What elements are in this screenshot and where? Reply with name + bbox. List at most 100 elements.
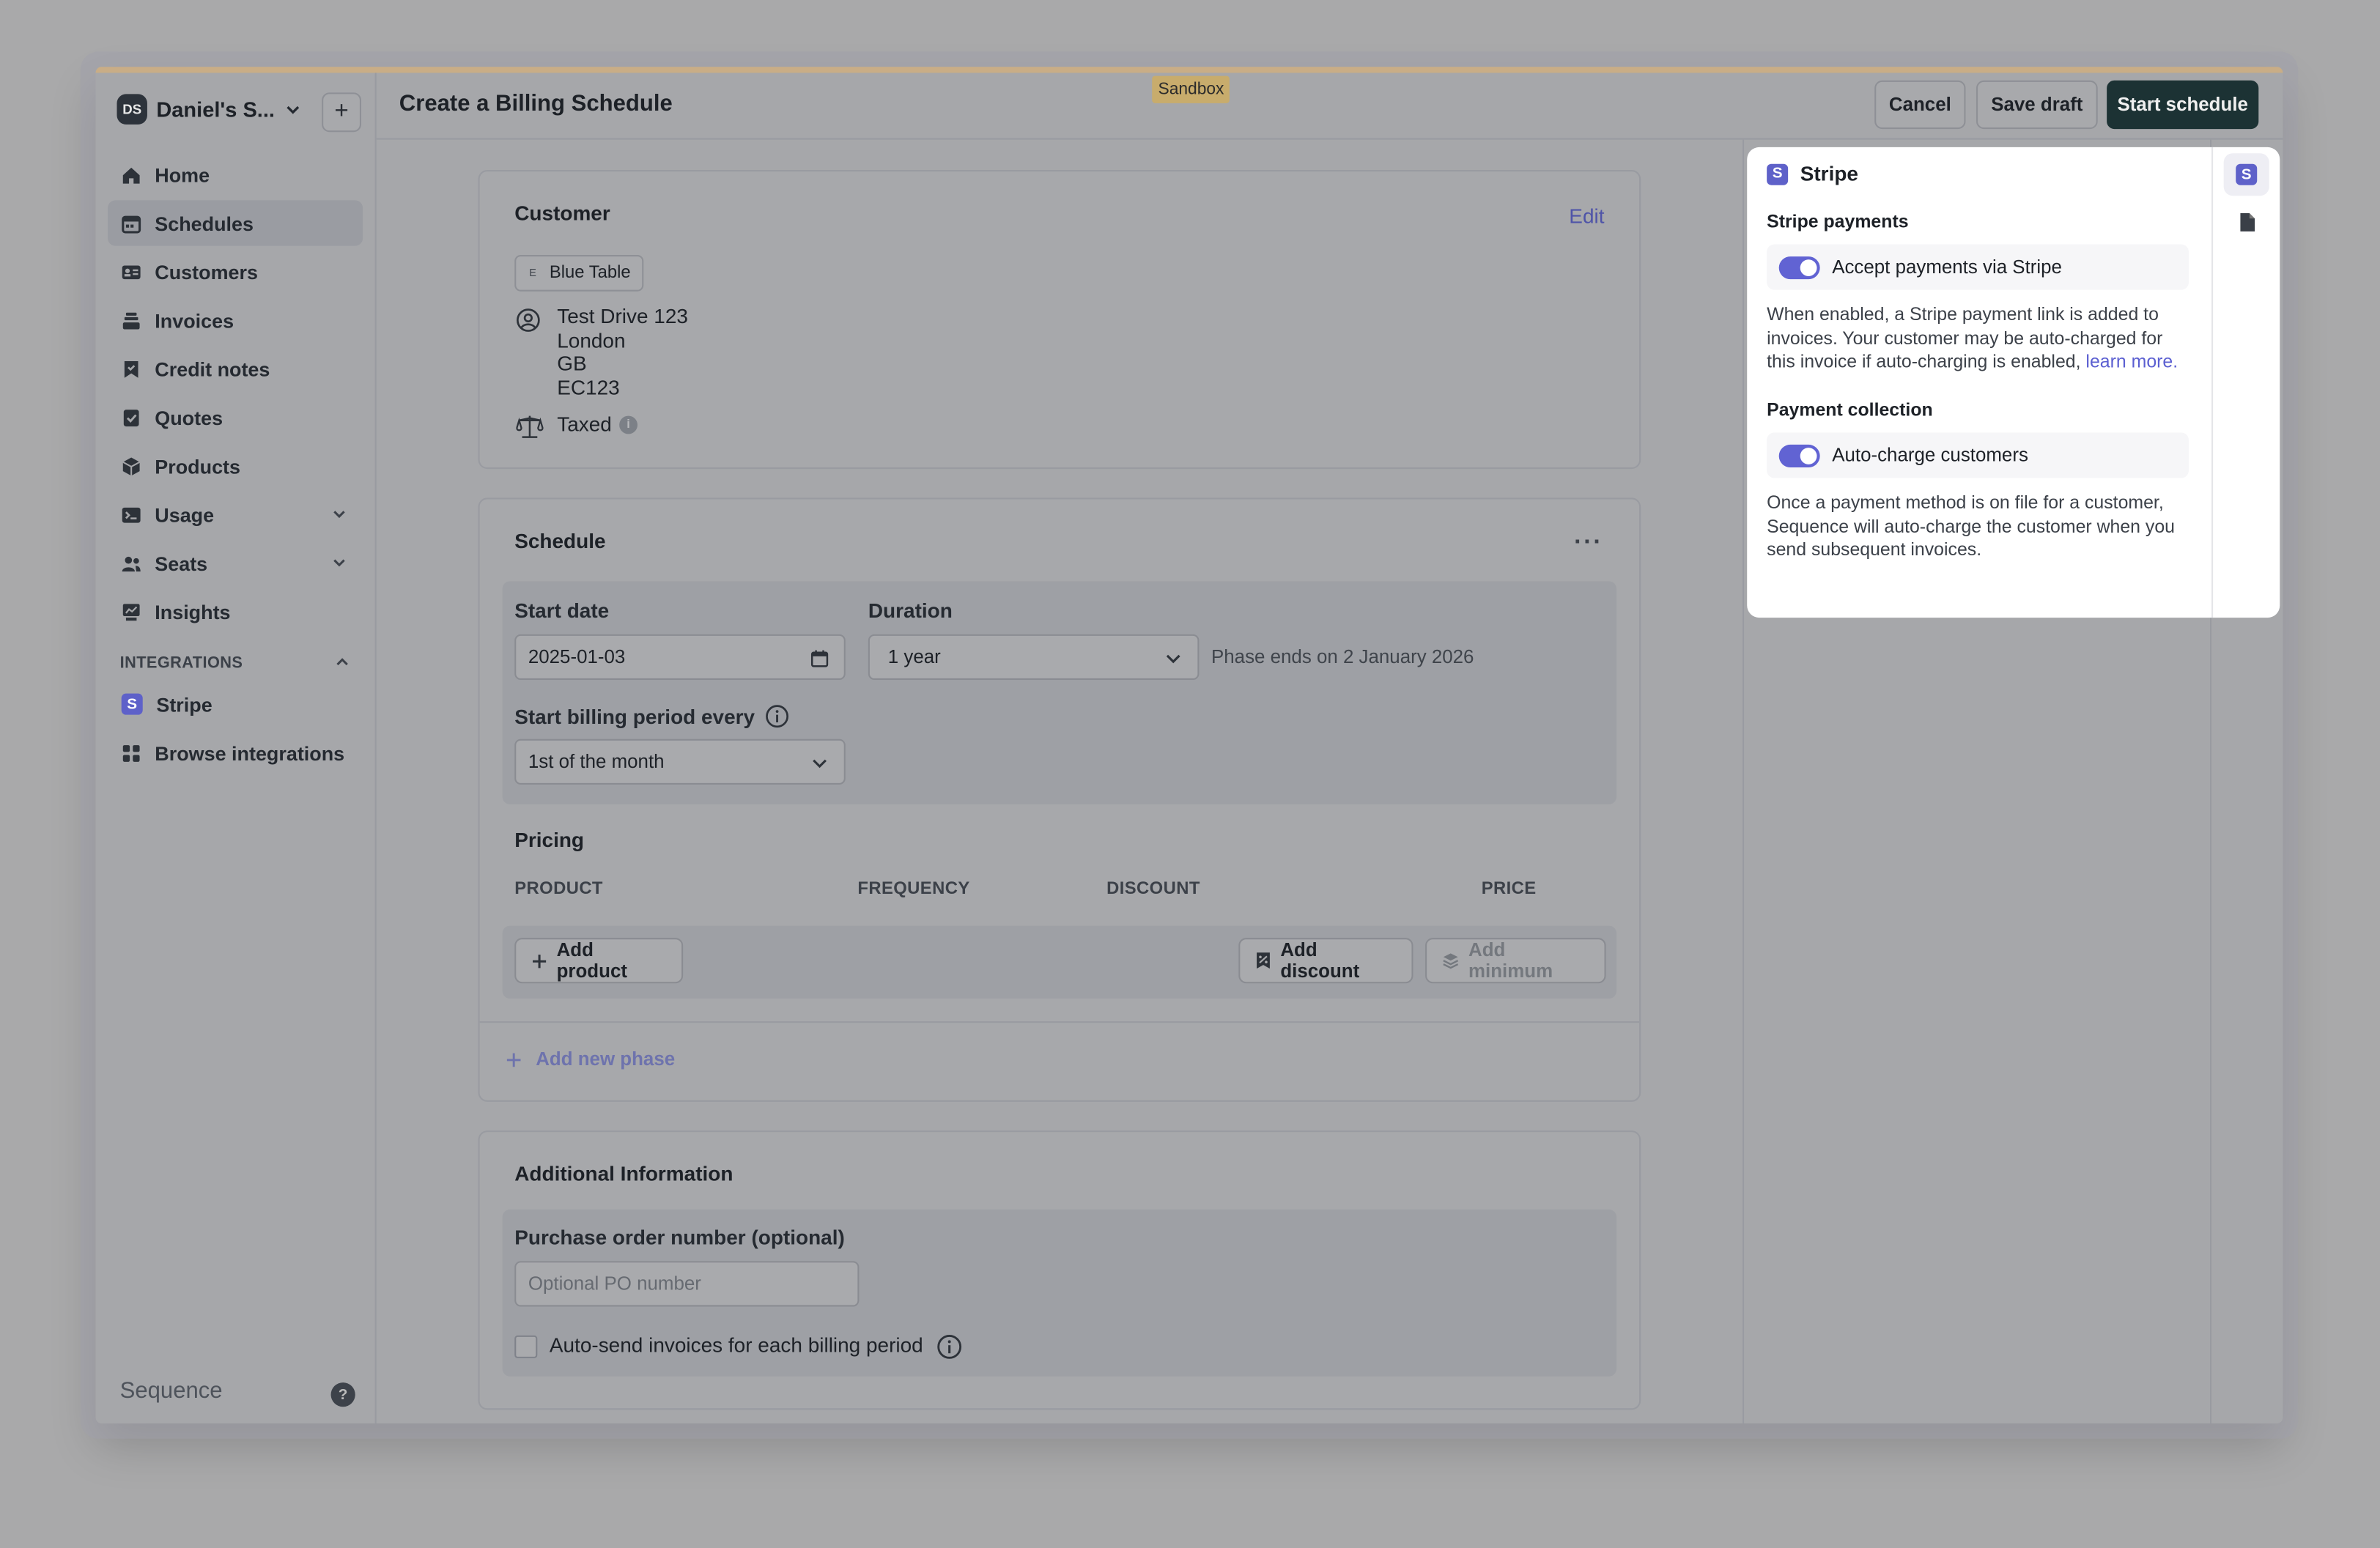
layers-icon	[1443, 953, 1459, 969]
stripe-icon: S	[2236, 163, 2258, 185]
more-options-icon[interactable]: ···	[1574, 530, 1603, 557]
info-icon[interactable]	[936, 1334, 962, 1360]
sidebar-item-label: Invoices	[155, 308, 234, 332]
sandbox-badge: Sandbox	[1152, 75, 1230, 103]
start-date-label: Start date	[514, 599, 610, 623]
sidebar-item-label: Stripe	[156, 692, 212, 716]
auto-charge-toggle[interactable]	[1778, 443, 1820, 467]
main-content: Customer Edit E Blue Table Test Drive 12…	[377, 140, 1742, 1423]
add-discount-label: Add discount	[1280, 939, 1360, 982]
customer-card: Customer Edit E Blue Table Test Drive 12…	[478, 170, 1641, 470]
sidebar-item-invoices[interactable]: Invoices	[108, 297, 363, 343]
phase-ends-text: Phase ends on 2 January 2026	[1211, 646, 1474, 668]
column-header-discount: DISCOUNT	[1106, 880, 1200, 899]
stripe-payments-description: When enabled, a Stripe payment link is a…	[1767, 303, 2192, 374]
stripe-rail-button[interactable]: S	[2223, 153, 2269, 196]
learn-more-link[interactable]: learn more.	[2085, 351, 2178, 372]
plus-icon: +	[334, 98, 349, 125]
accept-payments-label: Accept payments via Stripe	[1832, 256, 2062, 278]
sidebar-item-label: Home	[155, 163, 210, 186]
discount-tag-icon	[1257, 952, 1270, 969]
accept-payments-toggle[interactable]	[1778, 256, 1820, 279]
column-header-product: PRODUCT	[514, 880, 603, 899]
chevron-down-icon	[1166, 654, 1180, 664]
sidebar-item-label: Products	[155, 454, 240, 478]
workspace-name: Daniel's S...	[156, 97, 275, 122]
info-icon[interactable]	[766, 704, 790, 728]
stack-icon	[122, 311, 141, 330]
auto-charge-row[interactable]: Auto-charge customers	[1767, 432, 2189, 478]
section-label: INTEGRATIONS	[119, 653, 243, 673]
sidebar-item-customers[interactable]: Customers	[108, 249, 363, 295]
page-header: Create a Billing Schedule Sandbox Cancel…	[376, 73, 2283, 140]
sidebar-item-usage[interactable]: Usage	[108, 492, 363, 537]
start-date-input[interactable]: 2025-01-03	[514, 634, 846, 681]
integrations-section-header[interactable]: INTEGRATIONS	[120, 654, 351, 673]
sidebar-item-label: Customers	[155, 260, 258, 284]
start-schedule-button[interactable]: Start schedule	[2107, 80, 2259, 130]
calendar-icon[interactable]	[810, 650, 829, 668]
sidebar-item-seats[interactable]: Seats	[108, 540, 363, 585]
add-product-label: Add product	[556, 939, 627, 982]
sidebar-item-label: Quotes	[155, 406, 223, 429]
stripe-panel-title: Stripe	[1800, 162, 1858, 185]
customer-chip[interactable]: E Blue Table	[514, 255, 643, 292]
pricing-actions-bar: Add product Add discount Add minimum	[502, 925, 1617, 999]
sidebar-item-insights[interactable]: Insights	[108, 589, 363, 634]
sidebar-item-home[interactable]: Home	[108, 152, 363, 197]
edit-customer-link[interactable]: Edit	[1569, 205, 1604, 228]
duration-value: 1 year	[887, 646, 941, 668]
sidebar-item-stripe[interactable]: S Stripe	[108, 681, 363, 727]
billing-period-select[interactable]: 1st of the month	[514, 738, 846, 785]
add-minimum-label: Add minimum	[1468, 939, 1553, 982]
stripe-panel: S Stripe Stripe payments Accept payments…	[1747, 147, 2280, 618]
address-line: Test Drive 123	[557, 305, 688, 328]
panel-rail: S	[2211, 147, 2280, 618]
save-draft-button[interactable]: Save draft	[1976, 80, 2098, 130]
customer-initial: E	[529, 267, 536, 279]
add-minimum-button[interactable]: Add minimum	[1425, 938, 1606, 984]
add-discount-button[interactable]: Add discount	[1238, 938, 1413, 984]
new-item-button[interactable]: +	[322, 92, 362, 133]
sidebar-item-schedules[interactable]: Schedules	[108, 200, 363, 246]
customer-title: Customer	[514, 201, 610, 225]
stripe-payments-heading: Stripe payments	[1767, 210, 1909, 232]
sidebar-item-browse-integrations[interactable]: Browse integrations	[108, 730, 363, 775]
accept-payments-row[interactable]: Accept payments via Stripe	[1767, 244, 2189, 290]
info-icon[interactable]: i	[619, 415, 638, 434]
additional-info-title: Additional Information	[514, 1162, 733, 1185]
sidebar-item-products[interactable]: Products	[108, 443, 363, 489]
add-product-button[interactable]: Add product	[514, 938, 684, 984]
duration-select[interactable]: 1 year	[868, 634, 1200, 681]
scales-icon	[516, 415, 544, 438]
home-icon	[122, 165, 141, 185]
integrations-nav: S Stripe Browse integrations	[108, 681, 363, 779]
add-new-phase-button[interactable]: Add new phase	[506, 1048, 675, 1070]
schedule-settings-panel: Start date 2025-01-03 Duration 1 year Ph…	[502, 581, 1617, 804]
po-placeholder: Optional PO number	[528, 1273, 701, 1295]
document-icon[interactable]	[2239, 212, 2255, 232]
page-title: Create a Billing Schedule	[399, 91, 673, 117]
cancel-button[interactable]: Cancel	[1874, 80, 1966, 130]
sidebar-item-quotes[interactable]: Quotes	[108, 395, 363, 440]
address-line: London	[557, 328, 626, 352]
chevron-up-icon[interactable]	[334, 654, 351, 671]
payment-collection-heading: Payment collection	[1767, 399, 1933, 421]
autosend-checkbox[interactable]	[514, 1335, 538, 1358]
chevron-down-icon	[813, 759, 827, 769]
user-circle-icon	[517, 308, 540, 332]
help-icon[interactable]: ?	[330, 1382, 355, 1407]
billing-period-label: Start billing period every	[514, 705, 755, 728]
pricing-title: Pricing	[514, 829, 585, 852]
address-line: GB	[557, 352, 587, 375]
plus-icon	[533, 954, 547, 968]
tax-label: Taxed	[557, 412, 612, 436]
chevron-down-icon[interactable]	[331, 554, 348, 571]
customer-address: Test Drive 123 London GB EC123	[557, 305, 688, 399]
start-date-value: 2025-01-03	[528, 646, 626, 668]
sidebar-item-credit-notes[interactable]: Credit notes	[108, 346, 363, 391]
chevron-down-icon[interactable]	[331, 505, 348, 522]
duration-label: Duration	[868, 599, 953, 623]
po-number-input[interactable]: Optional PO number	[514, 1261, 860, 1307]
workspace-switcher[interactable]: DS Daniel's S...	[117, 94, 303, 125]
